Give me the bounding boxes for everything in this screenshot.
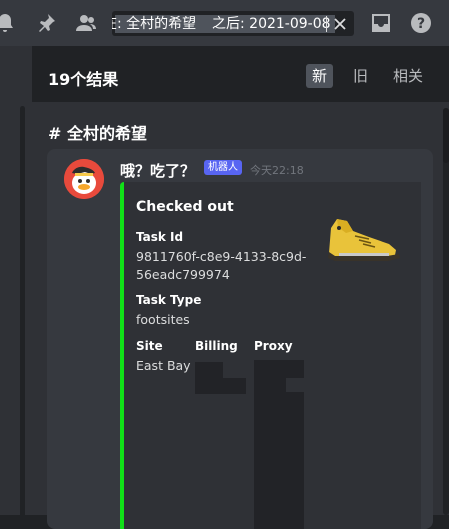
- redacted-proxy: [254, 360, 304, 378]
- field-name-billing: Billing: [195, 339, 238, 353]
- inbox-icon[interactable]: [370, 12, 392, 34]
- embed-title: Checked out: [136, 199, 234, 215]
- message-author[interactable]: 哦？吃了？: [120, 160, 195, 181]
- field-name-site: Site: [136, 339, 163, 353]
- field-value-task-type: footsites: [136, 312, 190, 327]
- pin-icon[interactable]: [35, 12, 57, 34]
- search-chip-after-label: 之后: 2021-09-08: [212, 16, 331, 32]
- chat-scrollbar[interactable]: [20, 106, 25, 526]
- toolbar: 在: 全村的希望 之后: 2021-09-08 ?: [0, 0, 449, 46]
- message-timestamp: 今天22:18: [250, 164, 304, 177]
- search-result[interactable]: 哦？吃了？ 机器人 今天22:18 Checked out Task Id 98…: [47, 149, 433, 529]
- search-chip-in[interactable]: 在: 全村的希望: [112, 15, 213, 33]
- search-chip-in-label: 在: 全村的希望: [112, 16, 197, 32]
- field-value-site: East Bay: [136, 358, 191, 373]
- field-name-task-type: Task Type: [136, 293, 202, 307]
- search-input[interactable]: 在: 全村的希望 之后: 2021-09-08: [112, 11, 354, 36]
- duck-avatar-icon: [64, 159, 104, 199]
- svg-text:?: ?: [417, 16, 425, 32]
- members-icon[interactable]: [75, 12, 97, 34]
- sort-tab-relevant[interactable]: 相关: [387, 64, 429, 88]
- search-chip-after[interactable]: 之后: 2021-09-08: [208, 15, 335, 33]
- help-icon[interactable]: ?: [410, 12, 432, 34]
- bot-badge: 机器人: [204, 160, 242, 175]
- redacted-billing: [195, 362, 223, 394]
- results-scrollbar[interactable]: [443, 108, 449, 515]
- redacted-proxy-right: [286, 392, 304, 529]
- close-icon[interactable]: [330, 14, 350, 34]
- field-name-task-id: Task Id: [136, 230, 184, 244]
- sort-tab-newest[interactable]: 新: [306, 64, 334, 88]
- sneaker-thumbnail[interactable]: [321, 208, 405, 268]
- results-scrollbar-thumb[interactable]: [443, 108, 449, 163]
- sort-tab-oldest[interactable]: 旧: [347, 64, 374, 88]
- channel-name[interactable]: # 全村的希望: [48, 120, 147, 144]
- field-name-proxy: Proxy: [254, 339, 293, 353]
- chat-area-edge: [0, 46, 32, 526]
- redacted-billing-tail: [223, 378, 246, 394]
- text-cursor: [326, 16, 327, 32]
- field-value-task-id: 9811760f-c8e9-4133-8c9d-56eadc799974: [136, 249, 307, 282]
- avatar[interactable]: [64, 159, 104, 199]
- results-count: 19个结果: [48, 70, 119, 89]
- message-embed: Checked out Task Id 9811760f-c8e9-4133-8…: [120, 182, 421, 529]
- redacted-proxy-body: [254, 378, 286, 529]
- results-header: 19个结果 新 旧 相关: [32, 46, 449, 102]
- search-results-panel: 19个结果 新 旧 相关 # 全村的希望 哦？吃了？ 机器人 今天22:18 C…: [32, 46, 449, 529]
- bell-icon[interactable]: [0, 12, 16, 34]
